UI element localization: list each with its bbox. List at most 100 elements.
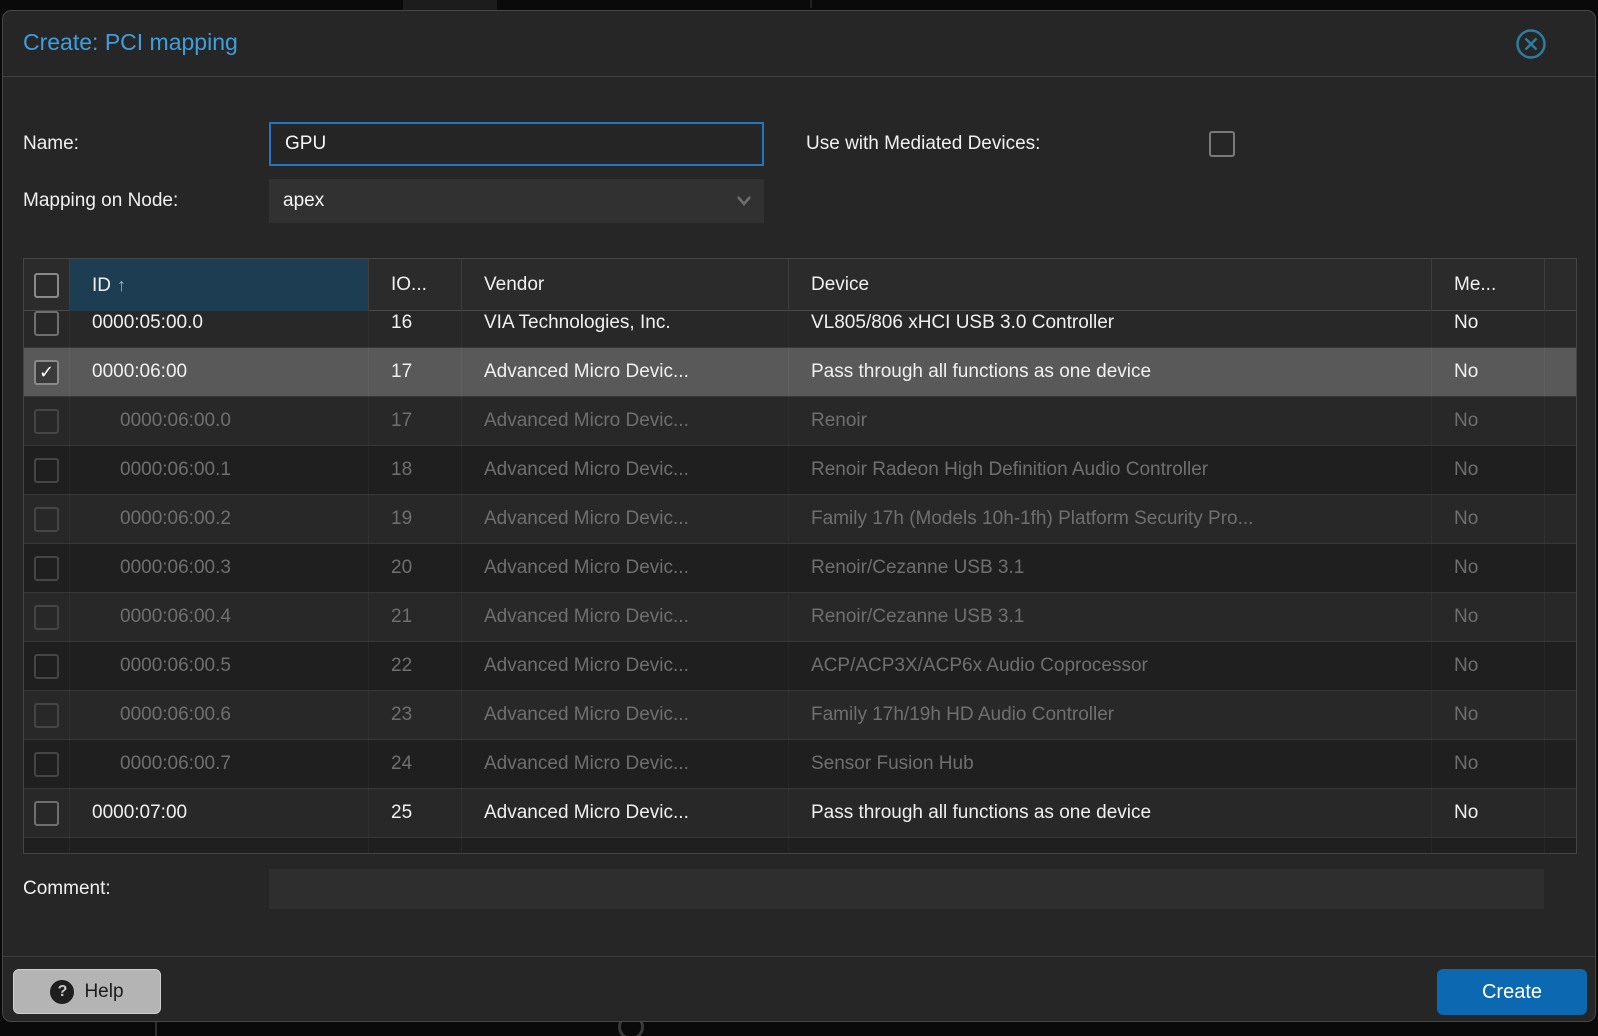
table-row[interactable]: 0000:06:00.421Advanced Micro Devic...Ren… — [24, 593, 1576, 642]
help-button[interactable]: ? Help — [13, 969, 161, 1014]
column-header-device[interactable]: Device — [789, 259, 1432, 311]
row-device-cell: Sensor Fusion Hub — [789, 740, 1432, 788]
row-mediated-cell: No — [1432, 348, 1545, 396]
row-vendor-cell: Advanced Micro Devic... — [462, 593, 789, 641]
row-id-cell: 0000:06:00.4 — [70, 593, 369, 641]
column-header-id-label: ID — [92, 275, 111, 296]
row-vendor-cell: Advanced Micro Devic... — [462, 642, 789, 690]
footer-divider — [3, 956, 1595, 957]
select-all-checkbox[interactable] — [34, 273, 59, 298]
row-mediated-cell: No — [1432, 311, 1545, 347]
column-header-vendor[interactable]: Vendor — [462, 259, 789, 311]
row-id-cell: 0000:06:00.3 — [70, 544, 369, 592]
row-checkbox[interactable] — [34, 360, 59, 385]
name-label: Name: — [23, 122, 79, 166]
row-id-cell: 0000:05:00.0 — [70, 311, 369, 347]
background-tab — [403, 0, 497, 10]
row-checkbox[interactable] — [34, 654, 59, 679]
row-mediated-cell: No — [1432, 495, 1545, 543]
row-device-cell: Renoir/Cezanne USB 3.1 — [789, 593, 1432, 641]
row-device-cell: Renoir/Cezanne USB 3.1 — [789, 544, 1432, 592]
comment-input[interactable] — [269, 869, 1544, 909]
row-iommu-cell: 16 — [369, 311, 462, 347]
row-spacer-cell — [1545, 593, 1576, 641]
row-checkbox[interactable] — [34, 556, 59, 581]
row-iommu-cell: 23 — [369, 691, 462, 739]
table-row[interactable]: 0000:07:0025Advanced Micro Devic...Pass … — [24, 789, 1576, 838]
row-checkbox[interactable] — [34, 507, 59, 532]
row-spacer-cell — [1545, 446, 1576, 494]
table-row[interactable]: 0000:05:00.016VIA Technologies, Inc.VL80… — [24, 311, 1576, 348]
row-mediated-cell: No — [1432, 789, 1545, 837]
node-select[interactable]: apex — [269, 179, 764, 223]
row-device-cell: ACP/ACP3X/ACP6x Audio Coprocessor — [789, 642, 1432, 690]
row-iommu-cell: 19 — [369, 495, 462, 543]
sort-ascending-icon: ↑ — [111, 275, 126, 295]
row-spacer-cell — [24, 838, 70, 854]
dialog-title: Create: PCI mapping — [23, 29, 238, 56]
row-iommu-cell: 22 — [369, 642, 462, 690]
close-button[interactable] — [1515, 28, 1547, 60]
dialog-titlebar: Create: PCI mapping — [3, 11, 1595, 77]
column-header-mediated[interactable]: Me... — [1432, 259, 1545, 311]
row-checkbox[interactable] — [34, 605, 59, 630]
pci-device-table: ID↑ IO... Vendor Device Me... 0000:05:00… — [23, 258, 1577, 854]
create-button[interactable]: Create — [1437, 969, 1587, 1015]
row-checkbox-cell — [24, 789, 70, 837]
table-row[interactable]: 0000:06:00.320Advanced Micro Devic...Ren… — [24, 544, 1576, 593]
row-checkbox-cell — [24, 593, 70, 641]
node-select-value: apex — [283, 190, 324, 211]
table-header-row: ID↑ IO... Vendor Device Me... — [24, 259, 1576, 311]
table-row[interactable]: 0000:06:00.219Advanced Micro Devic...Fam… — [24, 495, 1576, 544]
row-vendor-cell: Advanced Micro Devic... — [462, 691, 789, 739]
row-checkbox[interactable] — [34, 801, 59, 826]
column-header-iommu[interactable]: IO... — [369, 259, 462, 311]
row-checkbox-cell — [24, 311, 70, 347]
chevron-down-icon — [736, 195, 752, 207]
table-body: 0000:05:00.016VIA Technologies, Inc.VL80… — [24, 311, 1576, 854]
row-checkbox[interactable] — [34, 409, 59, 434]
table-row[interactable]: 0000:06:00.623Advanced Micro Devic...Fam… — [24, 691, 1576, 740]
row-id-cell: 0000:06:00.2 — [70, 495, 369, 543]
table-row[interactable]: 0000:06:00.724Advanced Micro Devic...Sen… — [24, 740, 1576, 789]
row-vendor-cell: Advanced Micro Devic... — [462, 740, 789, 788]
row-vendor-cell: Advanced Micro Devic... — [462, 397, 789, 445]
row-checkbox-cell — [24, 740, 70, 788]
row-checkbox[interactable] — [34, 703, 59, 728]
row-id-cell: 0000:06:00.6 — [70, 691, 369, 739]
row-spacer-cell — [1545, 397, 1576, 445]
row-id-cell: 0000:07:00 — [70, 789, 369, 837]
mediated-devices-checkbox[interactable] — [1209, 131, 1235, 157]
row-vendor-cell: Advanced Micro Devic... — [462, 348, 789, 396]
row-id-cell: 0000:06:00 — [70, 348, 369, 396]
question-circle-icon: ? — [50, 980, 74, 1004]
table-row[interactable]: 0000:06:0017Advanced Micro Devic...Pass … — [24, 348, 1576, 397]
table-row[interactable]: 0000:06:00.118Advanced Micro Devic...Ren… — [24, 446, 1576, 495]
help-button-label: Help — [84, 981, 123, 1003]
table-row[interactable]: 0000:06:00.017Advanced Micro Devic...Ren… — [24, 397, 1576, 446]
row-id-cell: 0000:06:00.0 — [70, 397, 369, 445]
comment-label: Comment: — [23, 867, 111, 911]
row-device-cell: VL805/806 xHCI USB 3.0 Controller — [789, 311, 1432, 347]
row-checkbox-cell — [24, 544, 70, 592]
row-iommu-cell: 17 — [369, 397, 462, 445]
row-spacer-cell — [1545, 789, 1576, 837]
row-checkbox[interactable] — [34, 311, 59, 336]
table-row[interactable]: 0000:06:00.522Advanced Micro Devic...ACP… — [24, 642, 1576, 691]
row-mediated-cell: No — [1432, 691, 1545, 739]
row-spacer-cell — [369, 838, 462, 854]
row-checkbox[interactable] — [34, 458, 59, 483]
background-divider — [810, 0, 812, 8]
mediated-devices-label: Use with Mediated Devices: — [806, 122, 1040, 166]
row-spacer-cell — [1545, 311, 1576, 347]
row-vendor-cell: Advanced Micro Devic... — [462, 789, 789, 837]
row-checkbox[interactable] — [34, 752, 59, 777]
row-spacer-cell — [789, 838, 1432, 854]
name-input[interactable] — [269, 122, 764, 166]
row-mediated-cell: No — [1432, 740, 1545, 788]
row-vendor-cell: VIA Technologies, Inc. — [462, 311, 789, 347]
row-id-cell: 0000:06:00.5 — [70, 642, 369, 690]
row-device-cell: Family 17h (Models 10h-1fh) Platform Sec… — [789, 495, 1432, 543]
column-header-id[interactable]: ID↑ — [70, 259, 369, 311]
select-all-header-cell[interactable] — [24, 259, 70, 311]
